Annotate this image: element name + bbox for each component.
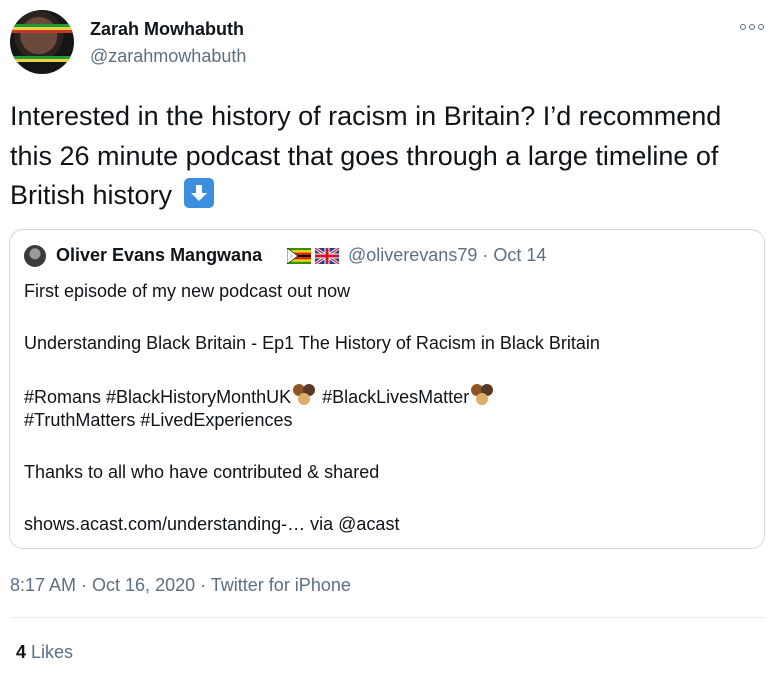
uk-flag-icon	[315, 248, 339, 264]
quoted-author-name: Oliver Evans Mangwana	[56, 245, 263, 265]
time-date[interactable]: 8:17 AM · Oct 16, 2020 ·	[10, 575, 206, 595]
down-arrow-emoji-icon	[183, 178, 214, 208]
likes-count[interactable]: 4 Likes	[16, 642, 73, 663]
zimbabwe-flag-icon	[287, 248, 311, 264]
author-avatar[interactable]	[10, 10, 74, 74]
quoted-tweet-card[interactable]: Oliver Evans Mangwana @oliverevans79 · O…	[9, 229, 765, 549]
quoted-author-avatar[interactable]	[24, 245, 46, 267]
quoted-link-line[interactable]: shows.acast.com/understanding-… via @aca…	[24, 514, 399, 535]
author-name[interactable]: Zarah Mowhabuth	[90, 19, 244, 40]
hashtags-group-1[interactable]: #Romans #BlackHistoryMonthUK	[24, 387, 291, 407]
tweet-source[interactable]: Twitter for iPhone	[211, 575, 351, 595]
tweet-timestamp: 8:17 AM · Oct 16, 2020 · Twitter for iPh…	[10, 575, 351, 596]
likes-number: 4	[16, 642, 27, 662]
author-handle[interactable]: @zarahmowhabuth	[90, 46, 246, 67]
quoted-hashtag-line: #Romans #BlackHistoryMonthUK #BlackLives…	[24, 384, 495, 408]
more-options-icon[interactable]	[740, 20, 766, 34]
quoted-text-line: Thanks to all who have contributed & sha…	[24, 462, 380, 482]
divider	[10, 617, 766, 618]
avatar-stripe	[10, 59, 74, 62]
quoted-text-line: First episode of my new podcast out now	[24, 281, 351, 301]
likes-label: Likes	[31, 642, 74, 662]
quoted-hashtag-line-2[interactable]: #TruthMatters #LivedExperiences	[24, 410, 292, 431]
hashtags-group-2[interactable]: #BlackLivesMatter	[322, 387, 469, 407]
tweet-text: Interested in the history of racism in B…	[10, 97, 770, 216]
quoted-handle-date: @oliverevans79 · Oct 14	[348, 245, 547, 265]
raised-fist-emoji-icon	[291, 384, 317, 406]
tweet-text-content: Interested in the history of racism in B…	[10, 101, 722, 210]
quoted-text-line: Understanding Black Britain - Ep1 The Hi…	[24, 333, 600, 353]
avatar-stripe	[10, 30, 74, 33]
raised-fist-emoji-icon	[469, 384, 495, 406]
